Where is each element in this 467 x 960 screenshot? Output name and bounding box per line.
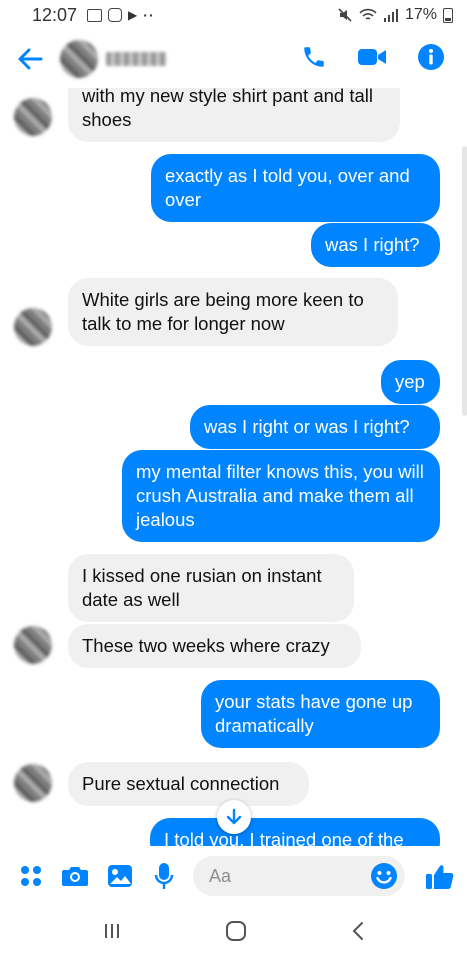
instagram-notification-icon [108,8,123,22]
message-incoming[interactable]: White girls are being more keen to talk … [68,278,398,346]
play-notification-icon: ▶ [128,8,138,22]
video-camera-icon [358,48,386,65]
sender-avatar[interactable] [14,764,52,802]
header-actions [301,43,467,76]
thumbs-up-icon [425,865,454,889]
status-bar: 12:07 ▶ ·· 17% [0,0,467,30]
back-button[interactable] [0,30,60,88]
more-notifications-icon: ·· [143,7,155,23]
message-list[interactable]: with my new style shirt pant and tall sh… [0,88,467,846]
message-outgoing[interactable]: was I right or was I right? [190,405,440,449]
contact-avatar[interactable] [60,40,98,78]
message-incoming[interactable]: These two weeks where crazy [68,624,361,668]
sender-avatar[interactable] [14,98,52,136]
like-button[interactable] [423,858,457,894]
image-icon [107,865,132,887]
message-outgoing[interactable]: your stats have gone up dramatically [201,680,440,748]
wifi-icon [359,8,377,20]
battery-percent: 17% [404,6,437,23]
back-arrow-icon [18,48,43,70]
scrollbar[interactable] [462,146,467,416]
message-outgoing[interactable]: my mental filter knows this, you will cr… [122,450,440,542]
message-outgoing[interactable]: exactly as I told you, over and over [151,154,440,222]
gallery-notification-icon [87,8,103,22]
battery-icon [443,7,453,23]
sender-avatar[interactable] [14,626,52,664]
camera-icon [62,867,89,886]
chevron-left-icon [352,921,364,940]
message-outgoing[interactable]: yep [381,360,440,404]
message-incoming[interactable]: Pure sextual connection [68,762,309,806]
four-dots-icon [21,866,42,886]
voice-call-button[interactable] [301,44,327,75]
contact-name[interactable] [106,52,166,66]
message-outgoing[interactable]: I told you, I trained one of the [150,818,440,846]
message-incoming[interactable]: I kissed one rusian on instant date as w… [68,554,354,622]
emoji-button[interactable] [369,861,399,896]
smiley-icon [370,863,397,889]
home-button[interactable] [225,920,247,947]
gallery-button[interactable] [102,858,136,894]
camera-button[interactable] [58,858,92,894]
notification-icons: ▶ ·· [87,7,155,23]
more-actions-button[interactable] [14,858,48,894]
info-icon [418,43,444,70]
message-outgoing[interactable]: was I right? [311,223,440,267]
voice-message-button[interactable] [147,858,181,894]
scroll-to-bottom-button[interactable] [217,800,251,834]
recent-apps-icon [104,923,119,938]
video-call-button[interactable] [357,46,387,73]
system-navigation-bar [0,906,467,960]
composer-bar: Aa [0,846,467,906]
phone-icon [304,46,324,67]
arrow-down-icon [226,808,242,825]
message-input[interactable]: Aa [192,856,405,896]
message-input-placeholder: Aa [208,865,231,886]
message-incoming[interactable]: with my new style shirt pant and tall sh… [68,88,400,142]
signal-icon [383,9,398,22]
status-right: 17% [337,6,453,24]
status-time: 12:07 [32,4,78,25]
microphone-icon [154,863,174,889]
recent-apps-button[interactable] [102,922,122,945]
conversation-header [0,30,467,88]
sender-avatar[interactable] [14,308,52,346]
system-back-button[interactable] [351,921,365,946]
mute-icon [338,8,352,22]
info-button[interactable] [417,43,445,76]
home-icon [226,920,247,941]
